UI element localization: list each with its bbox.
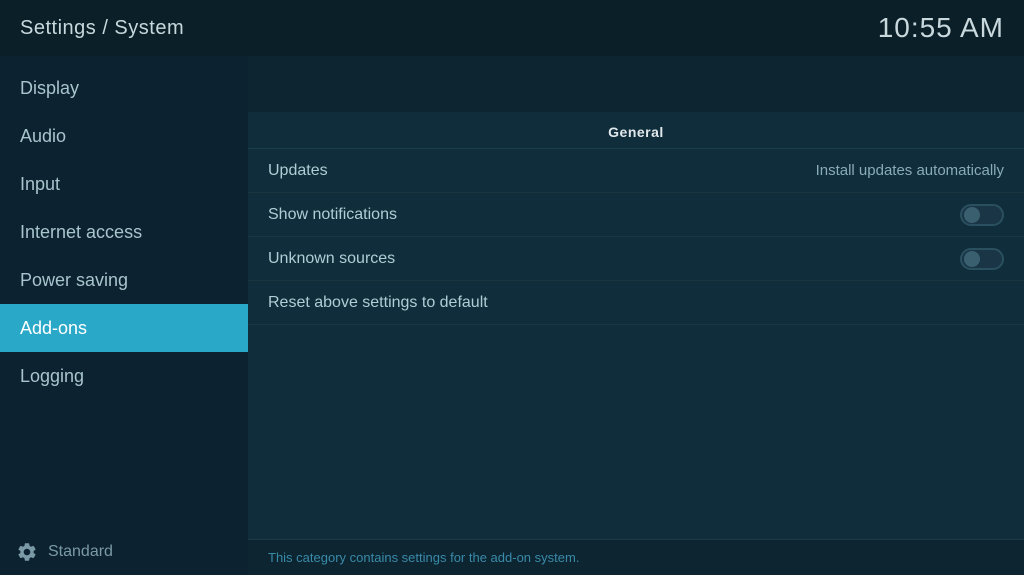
sidebar-item-internet-access[interactable]: Internet access [0, 208, 248, 256]
sidebar: Display Audio Input Internet access Powe… [0, 56, 248, 575]
sidebar-item-logging[interactable]: Logging [0, 352, 248, 400]
sidebar-item-display[interactable]: Display [0, 64, 248, 112]
header: Settings / System 10:55 AM [0, 0, 1024, 56]
page-title: Settings / System [20, 17, 184, 40]
updates-value: Install updates automatically [816, 162, 1004, 179]
reset-row[interactable]: Reset above settings to default [248, 281, 1024, 325]
toggle-knob-2 [964, 251, 980, 267]
clock: 10:55 AM [878, 12, 1004, 44]
content-body: General Updates Install updates automati… [248, 112, 1024, 575]
sidebar-spacer [0, 400, 248, 529]
settings-row-show-notifications[interactable]: Show notifications [248, 193, 1024, 237]
standard-label: Standard [48, 543, 113, 561]
sidebar-bottom[interactable]: Standard [0, 529, 248, 575]
content-area: General Updates Install updates automati… [248, 56, 1024, 575]
sidebar-item-add-ons[interactable]: Add-ons [0, 304, 248, 352]
toggle-knob [964, 207, 980, 223]
content-fill [248, 325, 1024, 539]
show-notifications-toggle[interactable] [960, 204, 1004, 226]
updates-label: Updates [268, 162, 328, 180]
unknown-sources-toggle[interactable] [960, 248, 1004, 270]
show-notifications-label: Show notifications [268, 206, 397, 224]
reset-label: Reset above settings to default [268, 294, 488, 312]
unknown-sources-label: Unknown sources [268, 250, 395, 268]
sidebar-item-power-saving[interactable]: Power saving [0, 256, 248, 304]
content-footer: This category contains settings for the … [248, 539, 1024, 575]
sidebar-item-audio[interactable]: Audio [0, 112, 248, 160]
settings-row-unknown-sources[interactable]: Unknown sources [248, 237, 1024, 281]
content-top-bar [248, 56, 1024, 112]
section-header: General [248, 112, 1024, 149]
sidebar-item-input[interactable]: Input [0, 160, 248, 208]
footer-text: This category contains settings for the … [268, 550, 579, 565]
gear-icon [16, 541, 38, 563]
main-layout: Display Audio Input Internet access Powe… [0, 56, 1024, 575]
settings-row-updates[interactable]: Updates Install updates automatically [248, 149, 1024, 193]
